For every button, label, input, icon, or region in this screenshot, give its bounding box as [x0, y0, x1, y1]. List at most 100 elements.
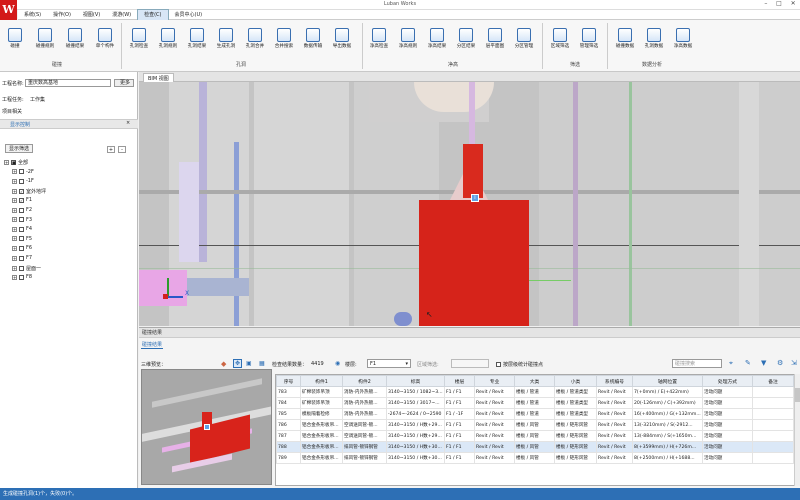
expand-icon[interactable]: +	[4, 160, 9, 165]
region-filter-select[interactable]	[451, 359, 489, 368]
table-row[interactable]: 785 模板隔着检修 消防-内外热镀... -2674~-2624 / 0~2590 F…	[276, 408, 794, 420]
tree-item-floor[interactable]: + F3	[12, 217, 32, 223]
tree-item-floor[interactable]: + ✓ F1	[12, 197, 32, 203]
column-header[interactable]: 系统编号	[596, 375, 633, 387]
grid-icon[interactable]: ▦	[259, 360, 265, 367]
expand-icon[interactable]: +	[12, 274, 17, 280]
collision-marker-icon[interactable]: i	[471, 194, 479, 202]
tree-checkbox[interactable]	[19, 245, 24, 251]
close-icon[interactable]: ×	[126, 120, 130, 126]
fit-view-icon[interactable]: ✥	[233, 359, 242, 368]
camera-icon[interactable]: ▣	[246, 360, 252, 367]
tree-item-floor[interactable]: + F4	[12, 226, 32, 232]
expand-icon[interactable]: +	[12, 197, 17, 203]
expand-icon[interactable]: +	[12, 265, 17, 271]
tree-item-floor[interactable]: + -2F	[12, 169, 34, 175]
tree-checkbox[interactable]	[19, 226, 24, 232]
settings-icon[interactable]: ⚙	[777, 359, 783, 367]
tree-item-floor[interactable]: + F8	[12, 274, 32, 280]
stat-by-floor-checkbox[interactable]: 按层级统计碰撞点	[496, 361, 543, 368]
tree-checkbox[interactable]	[19, 274, 24, 280]
tree-checkbox[interactable]	[19, 236, 24, 242]
clearance-data-button[interactable]: 净高数据	[672, 26, 694, 56]
region-filter-button[interactable]: 区域筛选	[549, 26, 571, 56]
menu-system[interactable]: 系统(S)	[18, 10, 47, 20]
column-header[interactable]: 小类	[554, 375, 597, 387]
tree-checkbox[interactable]	[19, 255, 24, 261]
menu-member[interactable]: 会员中心(U)	[169, 10, 209, 20]
search-input[interactable]: 碰撞搜索	[672, 359, 722, 368]
bim-3d-viewport[interactable]: i X ↖	[139, 82, 800, 326]
hole-result-button[interactable]: 孔洞结果	[186, 26, 208, 56]
table-row[interactable]: 788 铝合金条形板吊... 排风管-镀锌钢管 3140~3150 / H数+30..…	[276, 441, 794, 453]
eye-icon[interactable]: ◉	[335, 360, 340, 367]
collision-rule-button[interactable]: 碰撞规则	[34, 26, 56, 56]
export-icon[interactable]: ⇲	[791, 359, 797, 367]
table-scrollbar[interactable]	[794, 374, 800, 486]
column-header[interactable]: 备注	[752, 375, 794, 387]
tree-item-floor[interactable]: + F7	[12, 255, 32, 261]
tree-item-floor[interactable]: + F2	[12, 207, 32, 213]
hole-rule-button[interactable]: 孔洞规则	[157, 26, 179, 56]
collision-result-button[interactable]: 碰撞结果	[64, 26, 86, 56]
column-header[interactable]: 楼层	[444, 375, 475, 387]
column-header[interactable]: 序号	[276, 375, 301, 387]
menu-roam[interactable]: 漫游(W)	[106, 10, 137, 20]
column-header[interactable]: 构件2	[342, 375, 387, 387]
zone-manage-button[interactable]: 分区管理	[513, 26, 535, 56]
hole-data-button[interactable]: 孔洞数据	[643, 26, 665, 56]
table-row[interactable]: 787 铝合金条形板吊... 空调送风管-镀... 3140~3150 / H数+29…	[276, 430, 794, 442]
filter-icon[interactable]: ▼	[761, 359, 766, 367]
hole-check-button[interactable]: 孔洞检查	[128, 26, 150, 56]
close-icon[interactable]: ✕	[791, 0, 796, 9]
expand-icon[interactable]: +	[12, 217, 17, 223]
table-row[interactable]: 783 矿棉装饰吊顶 消防-内外热镀... 3140~3150 / 1082~3...…	[276, 386, 794, 398]
tree-checkbox[interactable]	[19, 265, 24, 271]
column-header[interactable]: 专业	[474, 375, 515, 387]
expand-icon[interactable]: +	[12, 255, 17, 261]
column-header[interactable]: 大类	[514, 375, 555, 387]
collision-result-tab[interactable]: 碰撞结果	[141, 341, 164, 349]
edit-icon[interactable]: ✎	[745, 359, 751, 367]
tree-item-floor[interactable]: + 屋面一	[12, 265, 41, 272]
tree-checkbox[interactable]: ■	[11, 160, 16, 165]
floor-select[interactable]: F1 ▾	[367, 359, 411, 368]
expand-all-button[interactable]: +	[107, 146, 115, 153]
menu-check[interactable]: 检查(C)	[137, 8, 169, 21]
minimize-icon[interactable]: –	[764, 0, 767, 9]
tree-item-floor[interactable]: + -1F	[12, 178, 34, 184]
table-row[interactable]: 789 铝合金条形板吊... 排风管-镀锌钢管 3140~3150 / H数+30..…	[276, 452, 794, 464]
filter-button[interactable]: 显示筛选	[5, 144, 33, 153]
tree-checkbox[interactable]	[19, 207, 24, 213]
merge-search-button[interactable]: 合并搜索	[273, 26, 295, 56]
manage-filter-button[interactable]: 管理筛选	[578, 26, 600, 56]
expand-icon[interactable]: +	[12, 245, 17, 251]
expand-icon[interactable]: +	[12, 226, 17, 232]
maximize-icon[interactable]: □	[776, 0, 782, 9]
display-control-tab[interactable]: 显示控制	[10, 121, 30, 128]
tree-item-floor[interactable]: + F6	[12, 245, 32, 251]
collision-data-button[interactable]: 碰撞数据	[614, 26, 636, 56]
tree-checkbox[interactable]	[19, 217, 24, 223]
expand-icon[interactable]: +	[12, 188, 17, 194]
table-row[interactable]: 786 铝合金条形板吊... 空调送风管-镀... 3140~3150 / H数+29…	[276, 419, 794, 431]
locate-icon[interactable]: ⌖	[729, 359, 733, 368]
zone-result-button[interactable]: 分区结果	[455, 26, 477, 56]
floor-plan-button[interactable]: 层平面图	[484, 26, 506, 56]
more-button[interactable]: 更多	[114, 79, 134, 87]
clearance-rule-button[interactable]: 净高规则	[397, 26, 419, 56]
collapse-all-button[interactable]: -	[118, 146, 126, 153]
project-name-field[interactable]: 重庆数高基地	[25, 79, 111, 87]
export-data-button[interactable]: 导出数据	[331, 26, 353, 56]
expand-icon[interactable]: +	[12, 236, 17, 242]
tree-checkbox[interactable]: ✓	[19, 197, 24, 203]
color-icon[interactable]: ◆	[221, 360, 226, 368]
tree-item-floor[interactable]: + ■ 全部	[4, 159, 28, 166]
clearance-check-button[interactable]: 净高检查	[368, 26, 390, 56]
tree-checkbox[interactable]	[19, 169, 24, 175]
menu-view[interactable]: 视图(V)	[77, 10, 106, 20]
expand-icon[interactable]: +	[12, 207, 17, 213]
hole-merge-button[interactable]: 孔洞合并	[244, 26, 266, 56]
column-header[interactable]: 轴网位置	[632, 375, 703, 387]
expand-icon[interactable]: +	[12, 178, 17, 184]
